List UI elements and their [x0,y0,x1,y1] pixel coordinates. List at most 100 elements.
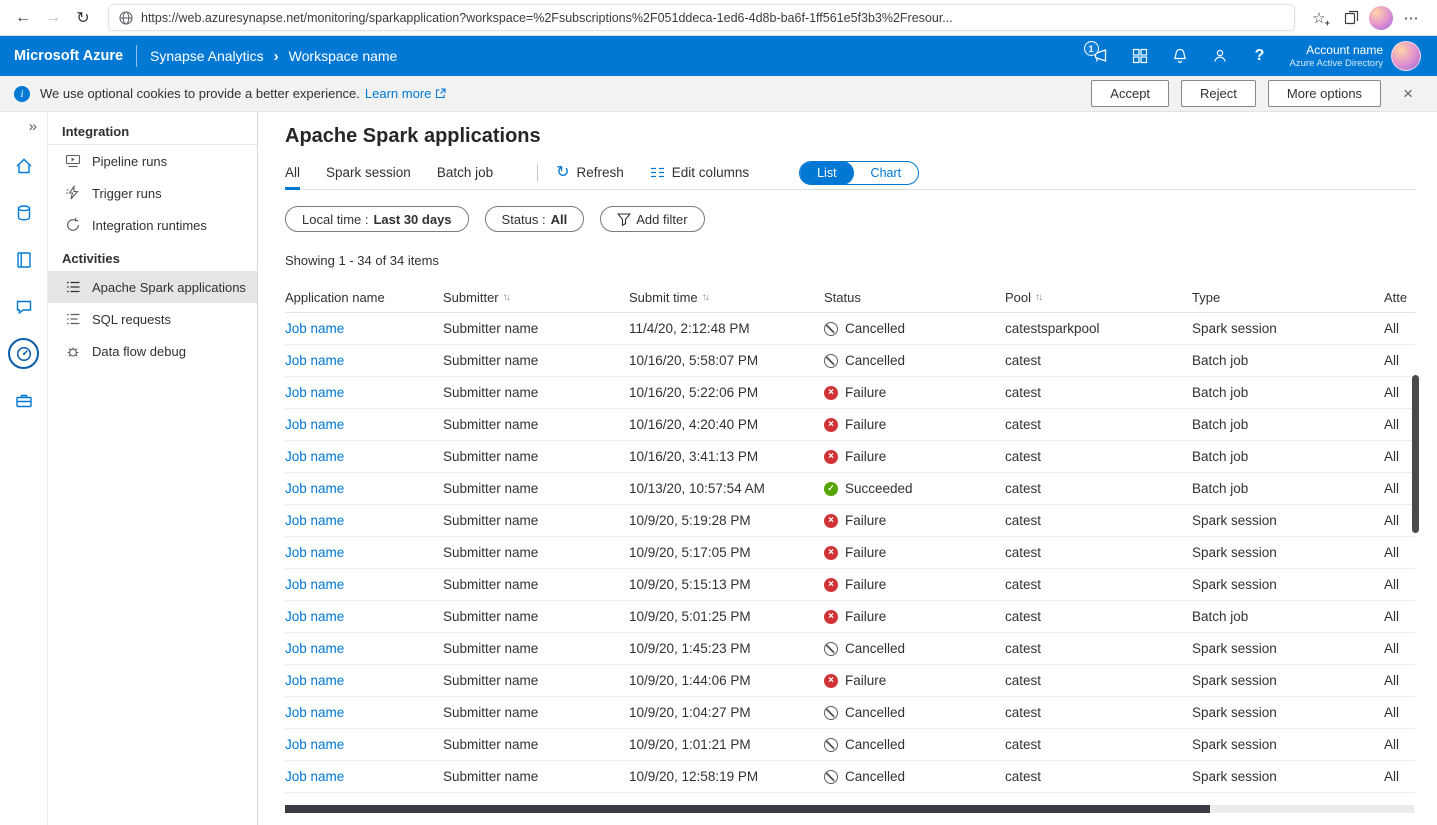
vertical-scrollbar-thumb[interactable] [1412,375,1419,533]
sidebar-item-apache-spark-applications[interactable]: Apache Spark applications [48,271,257,303]
breadcrumb-chevron-icon: › [274,49,279,64]
application-name-link[interactable]: Job name [285,641,344,656]
sidebar-item-integration-runtimes[interactable]: Integration runtimes [48,209,257,241]
nav-develop-icon[interactable] [0,236,48,283]
notifications-bell-icon[interactable] [1160,36,1200,76]
nav-data-icon[interactable] [0,189,48,236]
nav-manage-icon[interactable] [0,377,48,424]
table-row[interactable]: Job name Submitter name 10/9/20, 1:44:06… [285,665,1415,697]
sidebar-item-data-flow-debug[interactable]: Data flow debug [48,335,257,367]
application-name-link[interactable]: Job name [285,705,344,720]
table-row[interactable]: Job name Submitter name 10/9/20, 12:58:1… [285,761,1415,793]
workspace-name[interactable]: Workspace name [289,48,398,64]
application-name-link[interactable]: Job name [285,353,344,368]
table-row[interactable]: Job name Submitter name 11/4/20, 2:12:48… [285,313,1415,345]
filter-status[interactable]: Status : All [485,206,585,232]
edit-columns-button[interactable]: Edit columns [650,165,749,180]
application-name-link[interactable]: Job name [285,673,344,688]
table-row[interactable]: Job name Submitter name 10/13/20, 10:57:… [285,473,1415,505]
table-row[interactable]: Job name Submitter name 10/9/20, 1:45:23… [285,633,1415,665]
favorites-star-icon[interactable]: ☆+ [1305,4,1333,32]
status-label: Cancelled [845,353,905,368]
browser-refresh-icon[interactable]: ↻ [68,3,98,33]
table-row[interactable]: Job name Submitter name 10/16/20, 4:20:4… [285,409,1415,441]
nav-home-icon[interactable] [0,142,48,189]
site-info-globe-icon[interactable] [119,11,133,25]
application-name-link[interactable]: Job name [285,769,344,784]
refresh-button[interactable]: ↻ Refresh [556,165,624,181]
type-cell: Batch job [1192,609,1384,624]
application-name-link[interactable]: Job name [285,417,344,432]
col-submitter[interactable]: Submitter ↑↓ [443,290,629,305]
more-options-button[interactable]: More options [1268,80,1381,107]
application-name-link[interactable]: Job name [285,737,344,752]
type-cell: Batch job [1192,385,1384,400]
header-actions: 1 ? Account name Azure Active Directory [1080,36,1437,76]
attempt-cell: All [1384,481,1415,496]
expand-nav-icon[interactable]: » [29,118,37,136]
tab-batch-job[interactable]: Batch job [437,156,493,189]
table-row[interactable]: Job name Submitter name 10/9/20, 1:01:21… [285,729,1415,761]
close-banner-icon[interactable]: × [1403,85,1413,102]
col-submit-time[interactable]: Submit time ↑↓ [629,290,824,305]
table-row[interactable]: Job name Submitter name 10/16/20, 3:41:1… [285,441,1415,473]
refresh-icon: ↻ [556,165,569,181]
tab-all[interactable]: All [285,156,300,189]
edit-columns-label: Edit columns [672,165,749,180]
application-name-cell: Job name [285,705,443,720]
sidebar-item-trigger-runs[interactable]: Trigger runs [48,177,257,209]
accept-button[interactable]: Accept [1091,80,1169,107]
application-name-link[interactable]: Job name [285,385,344,400]
account-avatar[interactable] [1391,41,1421,71]
application-name-link[interactable]: Job name [285,449,344,464]
collections-icon[interactable] [1337,4,1365,32]
application-name-link[interactable]: Job name [285,609,344,624]
status-cell: Cancelled [824,641,1005,656]
feedback-icon[interactable] [1200,36,1240,76]
table-row[interactable]: Job name Submitter name 10/9/20, 5:01:25… [285,601,1415,633]
browser-back-icon[interactable]: ← [8,3,38,33]
view-toggle-list[interactable]: List [800,161,853,185]
trigger-runs-icon [65,185,81,201]
page-title: Apache Spark applications [285,124,1415,148]
browser-profile-avatar[interactable] [1369,6,1393,30]
tab-spark-session[interactable]: Spark session [326,156,411,189]
whats-new-icon[interactable]: 1 [1080,36,1120,76]
application-name-link[interactable]: Job name [285,321,344,336]
help-icon[interactable]: ? [1240,36,1280,76]
horizontal-scrollbar-track[interactable] [285,805,1414,813]
application-name-link[interactable]: Job name [285,545,344,560]
application-name-link[interactable]: Job name [285,513,344,528]
table-row[interactable]: Job name Submitter name 10/9/20, 5:19:28… [285,505,1415,537]
table-row[interactable]: Job name Submitter name 10/9/20, 5:17:05… [285,537,1415,569]
sidebar-item-sql-requests[interactable]: SQL requests [48,303,257,335]
nav-integrate-icon[interactable] [0,283,48,330]
type-cell: Spark session [1192,705,1384,720]
browser-address-bar[interactable]: https://web.azuresynapse.net/monitoring/… [108,4,1295,31]
table-row[interactable]: Job name Submitter name 10/16/20, 5:58:0… [285,345,1415,377]
table-row[interactable]: Job name Submitter name 10/9/20, 1:04:27… [285,697,1415,729]
microsoft-azure-logo[interactable]: Microsoft Azure [14,48,123,64]
browser-menu-icon[interactable]: ⋯ [1397,4,1425,32]
application-name-link[interactable]: Job name [285,577,344,592]
browser-forward-icon[interactable]: → [38,3,68,33]
url-text[interactable]: https://web.azuresynapse.net/monitoring/… [141,11,1284,25]
add-filter-button[interactable]: Add filter [600,206,704,232]
account-info[interactable]: Account name Azure Active Directory [1290,43,1383,70]
application-name-link[interactable]: Job name [285,481,344,496]
nav-monitor-icon[interactable] [0,330,48,377]
apps-grid-icon[interactable] [1120,36,1160,76]
submit-time-cell: 10/16/20, 5:58:07 PM [629,353,824,368]
view-toggle-chart[interactable]: Chart [854,161,919,185]
horizontal-scrollbar-thumb[interactable] [285,805,1210,813]
synapse-analytics-link[interactable]: Synapse Analytics [150,48,264,64]
table-row[interactable]: Job name Submitter name 10/9/20, 5:15:13… [285,569,1415,601]
submitter-cell: Submitter name [443,769,629,784]
sidebar-item-pipeline-runs[interactable]: Pipeline runs [48,145,257,177]
reject-button[interactable]: Reject [1181,80,1256,107]
table-row[interactable]: Job name Submitter name 10/16/20, 5:22:0… [285,377,1415,409]
learn-more-link[interactable]: Learn more [365,86,431,101]
status-cell: Failure [824,545,1005,560]
col-pool[interactable]: Pool ↑↓ [1005,290,1192,305]
filter-local-time[interactable]: Local time : Last 30 days [285,206,469,232]
